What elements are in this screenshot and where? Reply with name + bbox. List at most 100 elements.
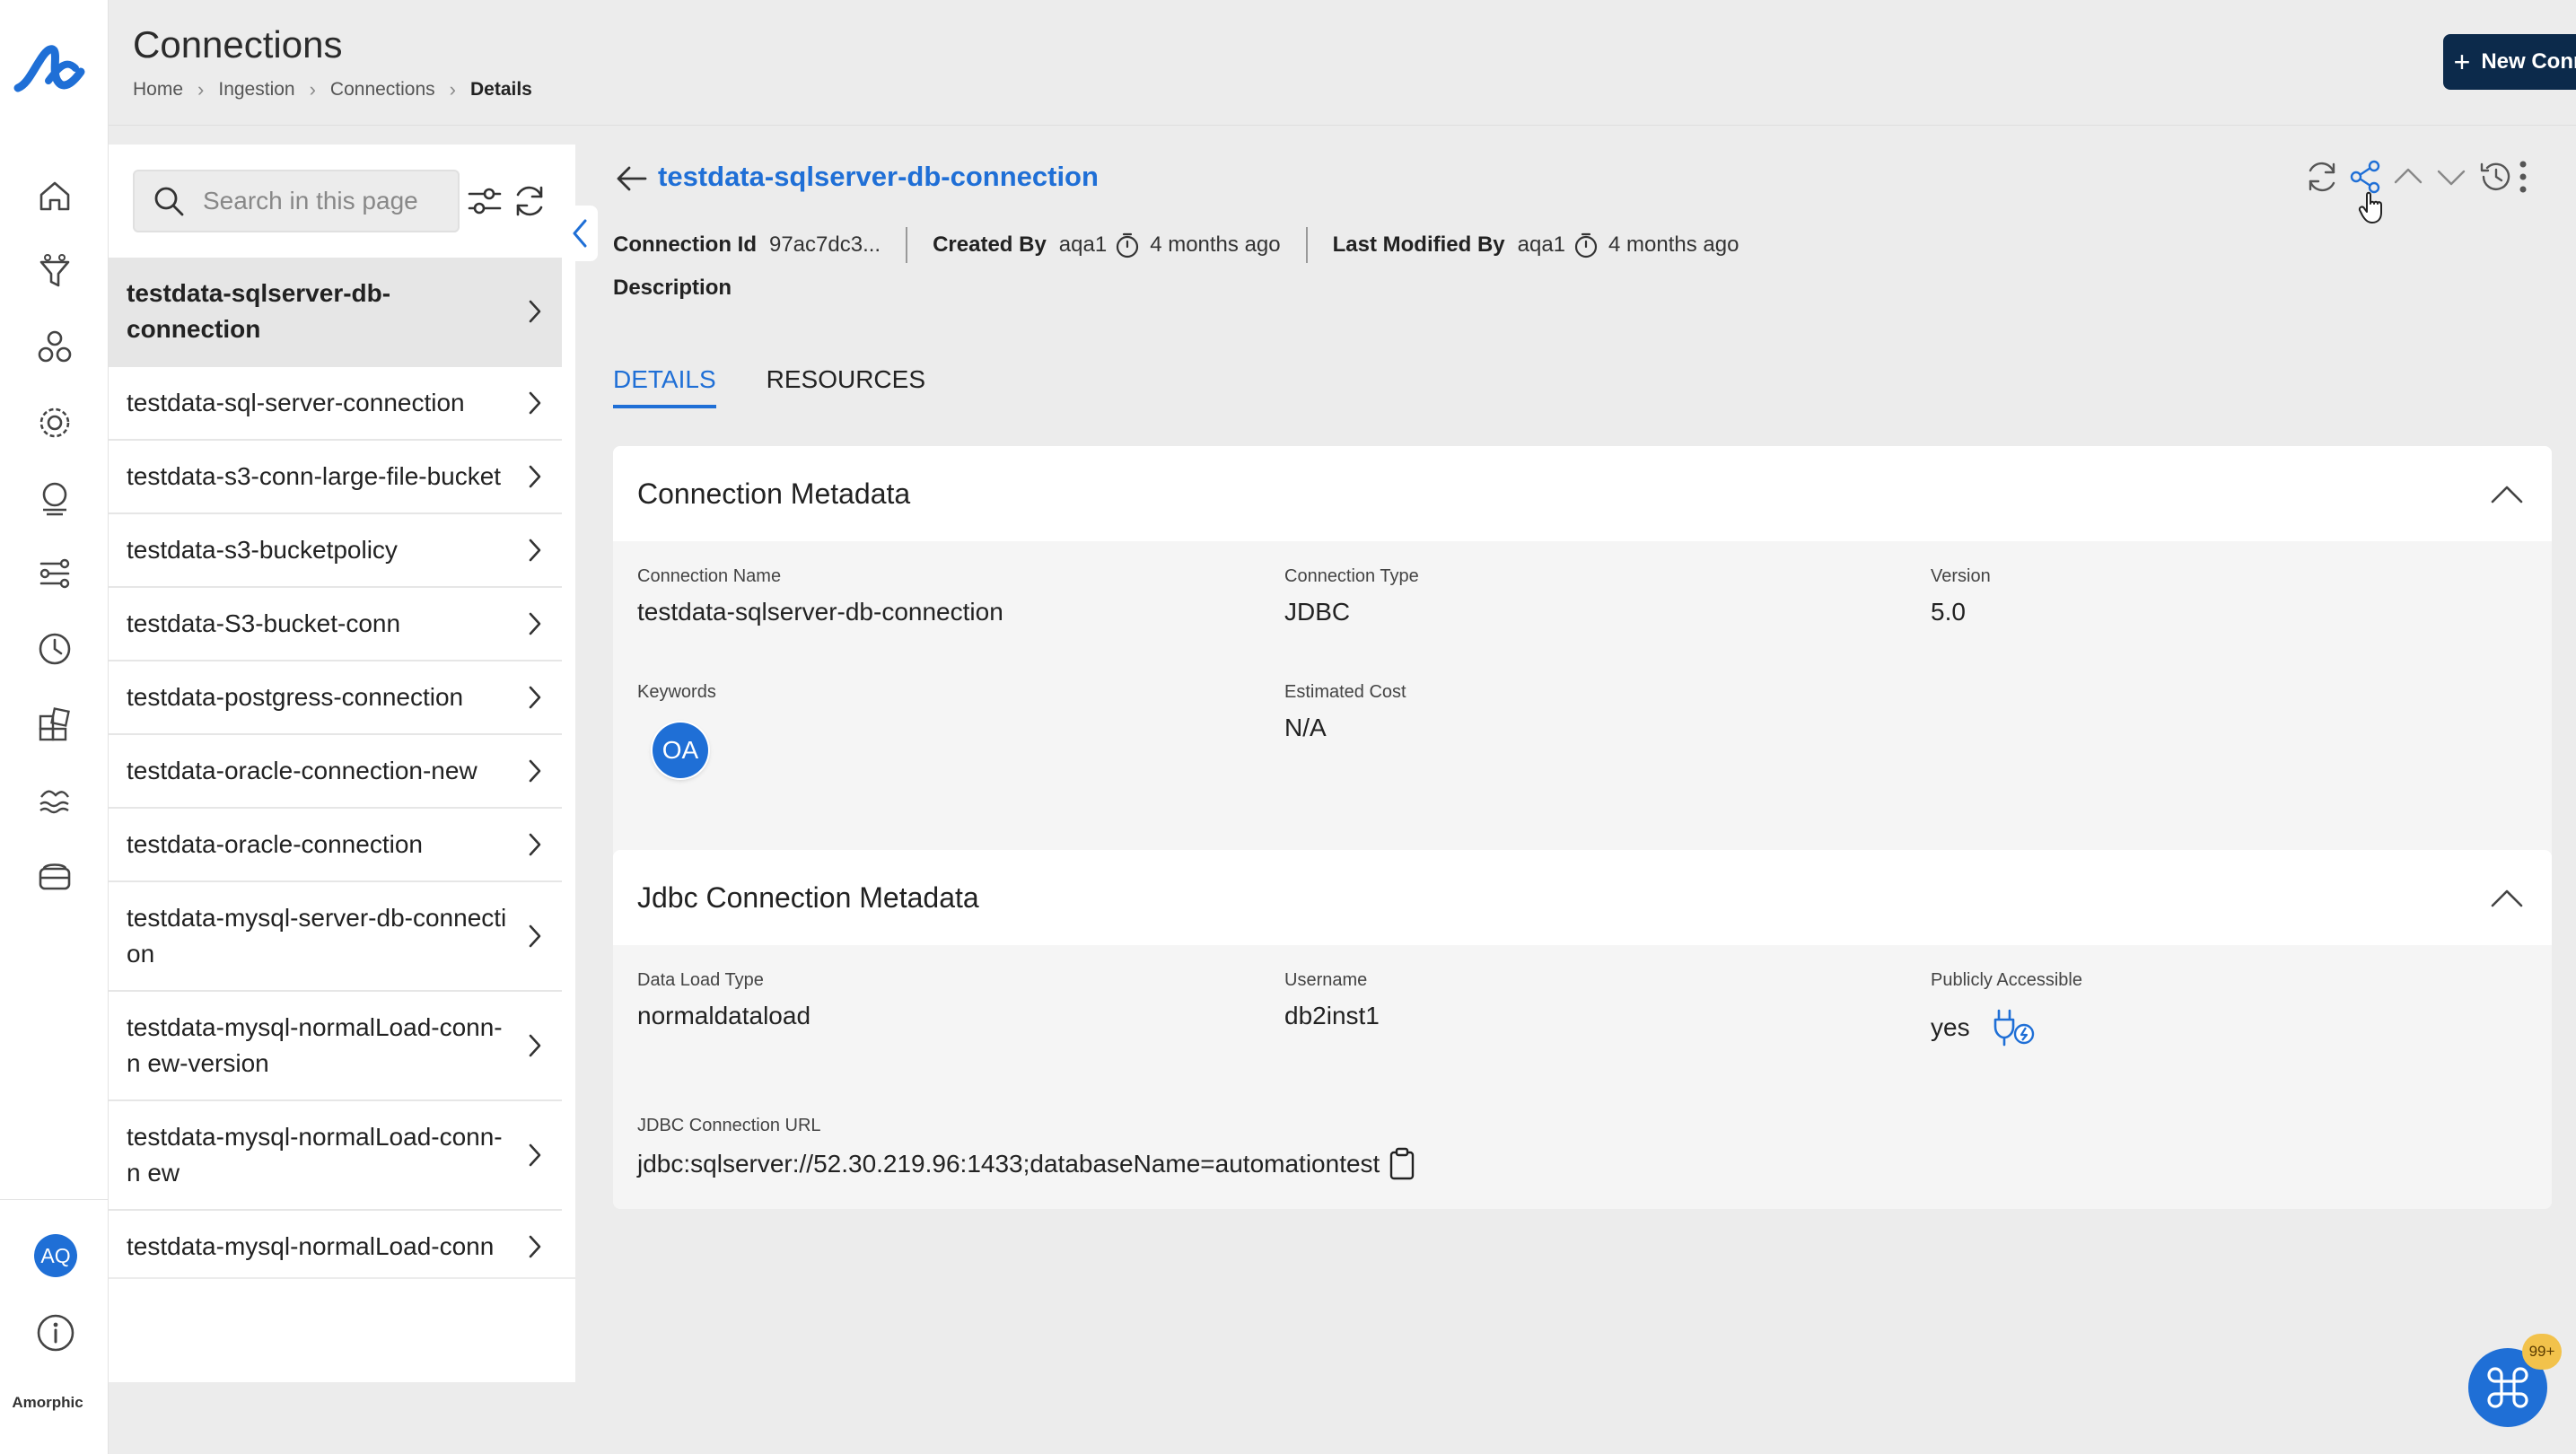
connection-name-field: Connection Name testdata-sqlserver-db-co… <box>637 566 1003 626</box>
insights-bulb-icon[interactable] <box>34 477 75 519</box>
modified-by-label: Last Modified By <box>1332 232 1505 257</box>
connection-id-value[interactable]: 97ac7dc3... <box>769 232 881 258</box>
connection-list-item[interactable]: testdata-sql-server-connection <box>109 367 562 441</box>
connection-list-item[interactable]: testdata-sqlserver-db-connection <box>109 258 562 367</box>
connection-list-item-label: testdata-mysql-normalLoad-conn-n ew-vers… <box>127 1013 503 1077</box>
field-value-row: yes <box>1931 1007 2082 1048</box>
connection-list-item-label: testdata-mysql-normalLoad-conn <box>127 1232 495 1260</box>
connection-list-item[interactable]: testdata-postgress-connection <box>109 661 562 735</box>
connection-list-item[interactable]: testdata-s3-conn-large-file-bucket <box>109 441 562 514</box>
connection-metadata-header[interactable]: Connection Metadata <box>613 446 2552 541</box>
field-value: normaldataload <box>637 1002 811 1029</box>
breadcrumb-ingestion[interactable]: Ingestion <box>218 79 294 101</box>
more-options-icon[interactable] <box>2510 157 2536 197</box>
chevron-right-icon <box>529 833 541 856</box>
amorphic-logo-icon[interactable] <box>13 36 88 101</box>
connection-list-item[interactable]: testdata-s3-bucketpolicy <box>109 514 562 588</box>
search-icon <box>154 187 184 216</box>
datasets-circles-icon[interactable] <box>34 327 75 368</box>
metadata-row: Connection Id 97ac7dc3... Created By aqa… <box>613 227 1739 263</box>
new-connection-label: New Connection <box>2481 49 2576 74</box>
field-value: yes <box>1931 1013 1970 1041</box>
jdbc-metadata-card: Jdbc Connection Metadata Data Load Type … <box>613 850 2552 1209</box>
tab-details[interactable]: DETAILS <box>613 365 716 408</box>
field-value-row: jdbc:sqlserver://52.30.219.96:1433;datab… <box>637 1147 1417 1181</box>
card-title: Jdbc Connection Metadata <box>637 880 979 914</box>
detail-tabs: DETAILS RESOURCES <box>613 365 925 408</box>
notification-badge: 99+ <box>2522 1334 2562 1370</box>
breadcrumb-home[interactable]: Home <box>133 79 183 101</box>
refresh-icon[interactable] <box>2302 157 2342 197</box>
chevron-right-icon <box>529 391 541 415</box>
connection-list-item[interactable]: testdata-mysql-normalLoad-conn-n ew-vers… <box>109 992 562 1101</box>
chevron-right-icon <box>529 759 541 783</box>
home-icon[interactable] <box>34 175 75 216</box>
jdbc-url-field: JDBC Connection URL jdbc:sqlserver://52.… <box>637 1116 1417 1181</box>
connection-list-item-label: testdata-oracle-connection <box>127 830 423 858</box>
chevron-down-icon[interactable] <box>2431 157 2471 197</box>
settings-gear-icon[interactable] <box>34 402 75 443</box>
command-key-icon <box>2487 1367 2528 1408</box>
connection-list-item[interactable]: testdata-S3-bucket-conn <box>109 588 562 661</box>
description-label: Description <box>613 276 732 300</box>
chevron-right-icon <box>529 612 541 635</box>
search-input[interactable] <box>203 187 454 215</box>
chevron-up-icon[interactable] <box>2489 880 2525 916</box>
storage-drawer-icon[interactable] <box>34 854 75 896</box>
connection-list-item-label: testdata-mysql-server-db-connecti on <box>127 904 507 968</box>
breadcrumb-separator-icon: › <box>449 78 456 101</box>
field-label: Keywords <box>637 682 716 702</box>
rail-divider <box>0 1199 109 1200</box>
back-arrow-icon[interactable] <box>613 161 649 197</box>
connection-list-item[interactable]: testdata-oracle-connection <box>109 809 562 882</box>
jdbc-metadata-header[interactable]: Jdbc Connection Metadata <box>613 850 2552 945</box>
timer-icon <box>1117 232 1139 258</box>
user-avatar[interactable]: AQ <box>34 1234 77 1277</box>
field-value: JDBC <box>1284 598 1351 626</box>
search-box[interactable] <box>133 170 460 232</box>
chevron-left-icon <box>573 219 587 248</box>
tab-resources[interactable]: RESOURCES <box>767 365 925 408</box>
chevron-right-icon <box>529 924 541 948</box>
data-lake-waves-icon[interactable] <box>34 779 75 820</box>
info-icon[interactable] <box>34 1311 77 1354</box>
breadcrumb: Home › Ingestion › Connections › Details <box>133 78 532 101</box>
connection-list-item-label: testdata-s3-bucketpolicy <box>127 536 398 564</box>
chevron-right-icon <box>529 1034 541 1057</box>
field-value: db2inst1 <box>1284 1002 1380 1029</box>
field-label: Connection Name <box>637 566 782 586</box>
filter-sliders-icon[interactable] <box>464 180 505 222</box>
new-connection-button[interactable]: + New Connection <box>2443 34 2576 90</box>
connection-id-label: Connection Id <box>613 232 757 257</box>
keyword-badge[interactable]: OA <box>653 723 708 778</box>
data-load-type-field: Data Load Type normaldataload <box>637 970 810 1030</box>
refresh-list-icon[interactable] <box>509 180 550 222</box>
created-by-label: Created By <box>933 232 1047 257</box>
breadcrumb-connections[interactable]: Connections <box>330 79 435 101</box>
connection-title: testdata-sqlserver-db-connection <box>658 161 1099 192</box>
chevron-up-icon[interactable] <box>2388 157 2428 197</box>
collapse-panel-button[interactable] <box>562 206 598 261</box>
card-title: Connection Metadata <box>637 477 911 510</box>
field-value: 5.0 <box>1931 598 1966 626</box>
connection-list-item[interactable]: testdata-mysql-normalLoad-conn-n ew <box>109 1101 562 1211</box>
connection-list-item[interactable]: testdata-mysql-server-db-connecti on <box>109 882 562 992</box>
chevron-right-icon <box>529 300 541 323</box>
metadata-separator <box>906 227 908 263</box>
brand-name: Amorphic <box>12 1394 83 1411</box>
chevron-right-icon <box>529 465 541 488</box>
field-value: N/A <box>1284 714 1327 741</box>
chevron-up-icon[interactable] <box>2489 477 2525 512</box>
connection-list-item[interactable]: testdata-mysql-normalLoad-conn <box>109 1211 562 1277</box>
integrations-puzzle-icon[interactable] <box>34 704 75 745</box>
connection-list-item-label: testdata-mysql-normalLoad-conn-n ew <box>127 1123 503 1187</box>
ingestion-funnel-icon[interactable] <box>34 251 75 293</box>
connection-list-item[interactable]: testdata-oracle-connection-new <box>109 735 562 809</box>
schedules-clock-icon[interactable] <box>34 628 75 670</box>
copy-clipboard-icon[interactable] <box>1387 1147 1417 1181</box>
version-field: Version 5.0 <box>1931 566 1991 626</box>
connection-list-item-label: testdata-postgress-connection <box>127 683 464 711</box>
chevron-right-icon <box>529 539 541 562</box>
pipelines-icon[interactable] <box>34 553 75 594</box>
estimated-cost-field: Estimated Cost N/A <box>1284 682 1406 742</box>
